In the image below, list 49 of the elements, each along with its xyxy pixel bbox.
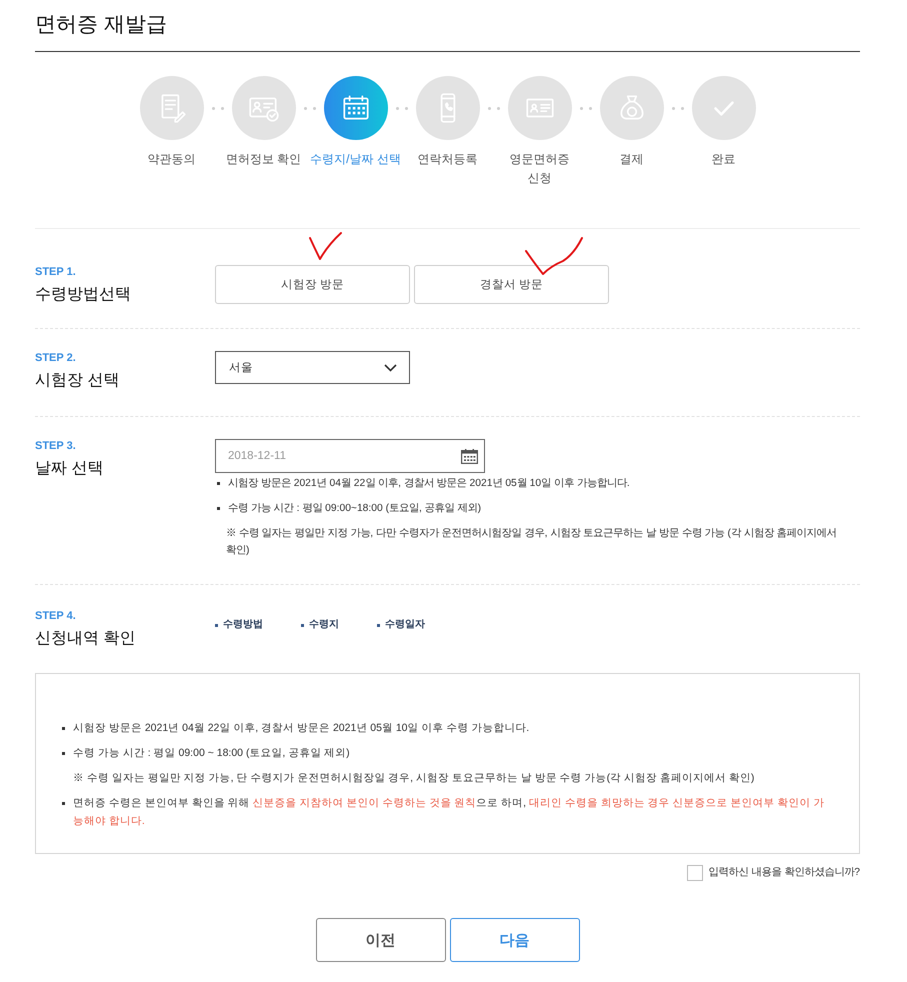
step-number: STEP 4. bbox=[35, 609, 76, 623]
option-button[interactable]: 시험장 방문 bbox=[215, 265, 410, 304]
step-label: 영문면허증 신청 bbox=[510, 151, 570, 187]
summary-label: 수령일자 bbox=[385, 618, 425, 632]
step-label: 완료 bbox=[712, 151, 736, 168]
notice-text: 시험장 방문은 2021년 04월 22일 이후, 경찰서 방문은 2021년 05월 10일 이후 가능합니다. bbox=[228, 477, 630, 491]
summary-label: 수령지 bbox=[309, 618, 339, 632]
step-label: 면허정보 확인 bbox=[226, 151, 302, 168]
step-connector-icon bbox=[304, 106, 316, 110]
previous-button[interactable]: 이전 bbox=[316, 918, 446, 962]
step-connector-icon bbox=[396, 106, 408, 110]
step-label: 연락처등록 bbox=[418, 151, 478, 168]
bullet-icon bbox=[215, 624, 218, 626]
notice-text: ※ 수령 일자는 평일만 지정 가능, 단 수령지가 운전면허시험장일 경우, 시험장 토요근무하는 날 방문 수령 가능(각 시험장 홈페이지에서 확인) bbox=[73, 771, 754, 786]
confirm-label: 입력하신 내용을 확인하셨습니까? bbox=[708, 866, 860, 880]
page-title: 면허증 재발급 bbox=[35, 12, 167, 38]
bullet-icon bbox=[217, 482, 220, 485]
step-number: STEP 3. bbox=[35, 439, 76, 453]
notice-text: ※ 수령 일자는 평일만 지정 가능, 다만 수령자가 운전면허시험장일 경우, 시험장 토요근무하는 날 방문 수령 가능 (각 시험장 홈페이지에서 확인) bbox=[226, 527, 838, 558]
section-title: 시험장 선택 bbox=[35, 371, 120, 391]
bullet-icon bbox=[62, 752, 65, 755]
bullet-icon bbox=[217, 507, 220, 510]
option-button[interactable]: 경찰서 방문 bbox=[414, 265, 609, 304]
step-number: STEP 1. bbox=[35, 265, 76, 279]
region-select[interactable]: 서울 bbox=[215, 351, 410, 384]
step-connector-icon bbox=[580, 106, 592, 110]
notice-text: 수령 가능 시간 : 평일 09:00 ~ 18:00 (토요일, 공휴일 제외) bbox=[73, 746, 350, 761]
bullet-icon bbox=[62, 802, 65, 805]
step-label: 수령지/날짜 선택 bbox=[310, 151, 401, 168]
bullet-icon bbox=[62, 727, 65, 730]
notice-text: 면허증 수령은 본인여부 확인을 위해 신분증을 지참하여 본인이 수령하는 것을 원칙 으로 하며, 대리인 수령을 희망하는 경우 신분증으로 본인여부 확인이 가능해야 합니다. bbox=[73, 796, 826, 829]
summary-label: 수령방법 bbox=[223, 618, 263, 632]
confirm-checkbox[interactable] bbox=[686, 865, 703, 881]
step-label: 약관동의 bbox=[148, 151, 196, 168]
section-title: 날짜 선택 bbox=[35, 459, 104, 479]
bullet-icon bbox=[377, 624, 380, 626]
step-number: STEP 2. bbox=[35, 351, 76, 365]
chevron-down-icon bbox=[384, 364, 397, 372]
step-connector-icon bbox=[488, 106, 500, 110]
date-field[interactable]: 2018-12-11 bbox=[215, 439, 485, 473]
section-title: 수령방법선택 bbox=[35, 285, 131, 305]
step-connector-icon bbox=[212, 106, 224, 110]
notice-text: 수령 가능 시간 : 평일 09:00~18:00 (토요일, 공휴일 제외) bbox=[228, 502, 482, 516]
notice-text: 시험장 방문은 2021년 04월 22일 이후, 경찰서 방문은 2021년 05월 10일 이후 수령 가능합니다. bbox=[73, 721, 530, 736]
step-connector-icon bbox=[672, 106, 684, 110]
calendar-icon[interactable] bbox=[461, 449, 478, 464]
step-label: 결제 bbox=[620, 151, 644, 168]
bullet-icon bbox=[301, 624, 304, 626]
section-title: 신청내역 확인 bbox=[35, 629, 136, 649]
